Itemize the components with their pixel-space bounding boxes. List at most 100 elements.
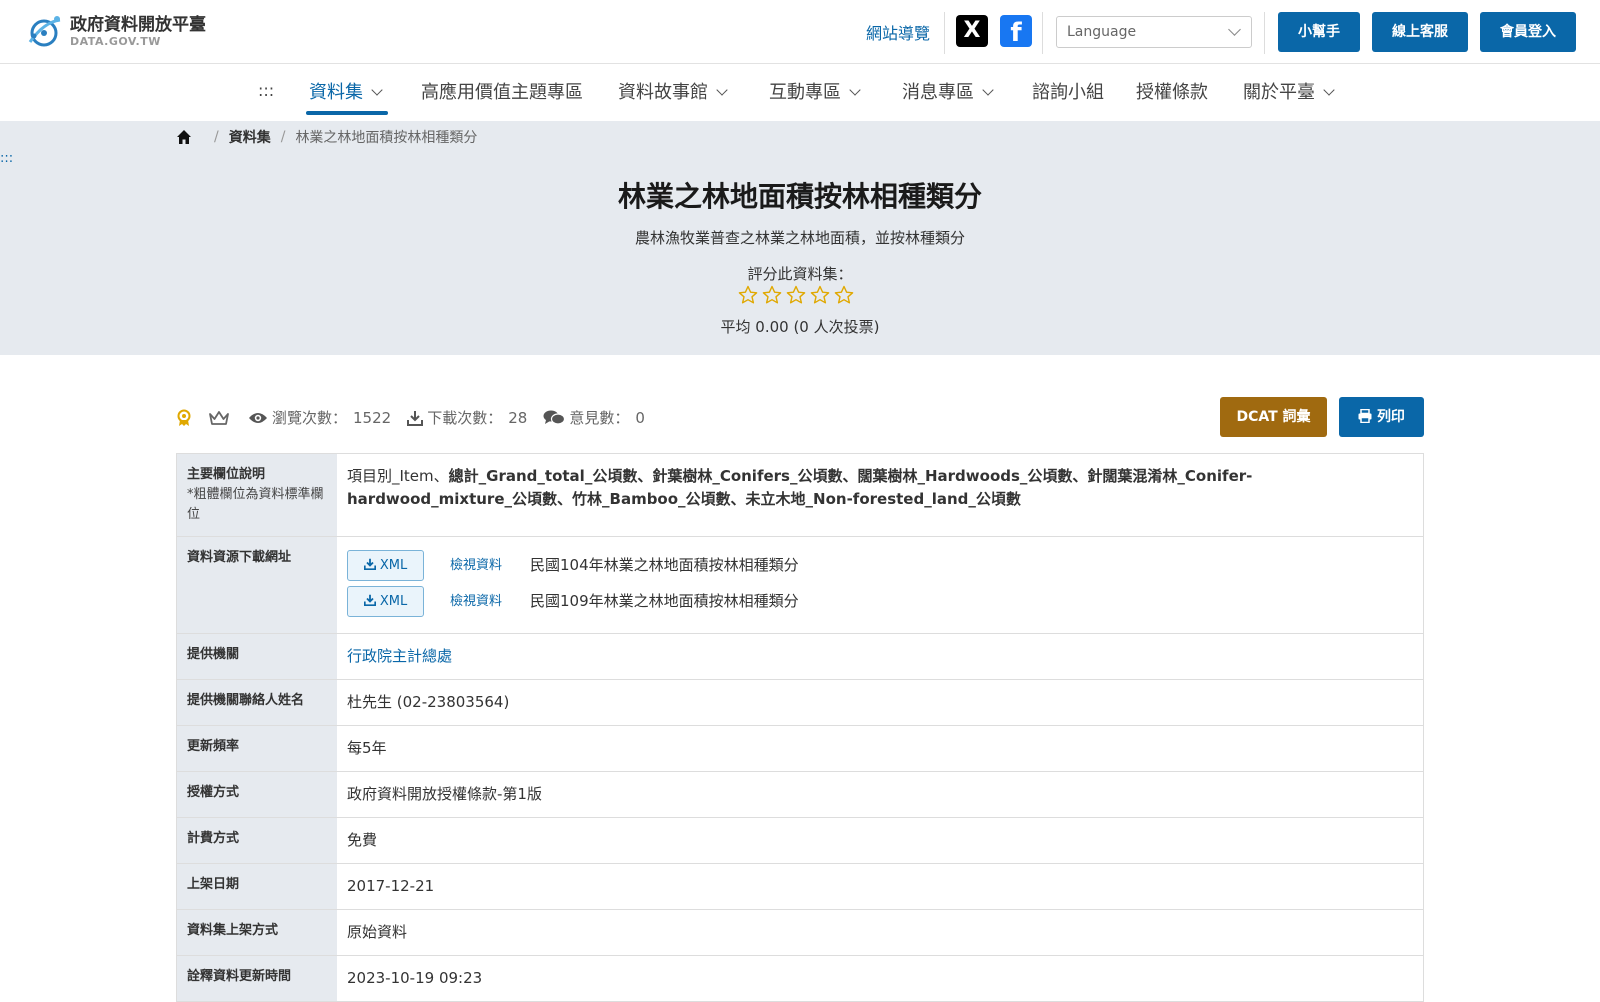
table-row: 計費方式 免費 [177,818,1423,864]
frequency-value: 每5年 [347,739,387,757]
nav-label: 消息專區 [902,82,974,103]
nav-label: 互動專區 [769,82,841,103]
member-login-button[interactable]: 會員登入 [1480,12,1576,52]
site-logo[interactable]: 政府資料開放平臺 DATA.GOV.TW [24,12,206,50]
breadcrumb-separator: / [214,129,219,145]
contact-value: 杜先生 (02-23803564) [347,693,510,711]
nav-item-about[interactable]: 關於平臺 [1243,79,1335,107]
resource-name: 民國104年林業之林地面積按林相種類分 [530,555,799,574]
chevron-down-icon [982,84,994,96]
content-accesskey[interactable]: ::: [0,151,13,166]
nav-item-interactive[interactable]: 互動專區 [769,79,861,107]
nav-active-indicator [306,111,388,115]
nav-label: 資料集 [309,82,363,103]
star-icon[interactable] [786,285,806,305]
license-value: 政府資料開放授權條款-第1版 [347,785,542,803]
row-label: 更新頻率 [177,726,337,771]
nav-label: 高應用價值主題專區 [421,82,583,103]
table-row: 提供機關 行政院主計總處 [177,634,1423,680]
chevron-down-icon [716,84,728,96]
xml-download-button[interactable]: XML [347,549,424,581]
home-icon[interactable] [176,129,192,145]
divider [944,12,945,54]
table-row: 主要欄位說明 *粗體欄位為資料標準欄位 項目別_Item、總計_Grand_to… [177,454,1423,537]
star-icon[interactable] [810,285,830,305]
nav-item-news[interactable]: 消息專區 [902,79,994,107]
print-button[interactable]: 列印 [1339,397,1424,437]
row-label: 資料集上架方式 [177,910,337,955]
resource-item: XML 檢視資料 民國109年林業之林地面積按林相種類分 [347,583,1413,619]
downloads-label: 下載次數： [427,409,503,427]
star-icon[interactable] [762,285,782,305]
star-icon[interactable] [834,285,854,305]
nav-item-license[interactable]: 授權條款 [1136,79,1208,107]
fields-plain: 項目別_Item、 [347,467,449,485]
language-select[interactable]: Language [1056,16,1252,48]
fee-value: 免費 [347,831,378,849]
nav-item-high-value[interactable]: 高應用價值主題專區 [421,79,583,107]
facebook-icon[interactable]: f [1000,15,1032,47]
comments-icon [543,410,566,425]
download-icon [407,410,424,426]
chevron-down-icon [1228,23,1241,36]
logo-title: 政府資料開放平臺 [70,14,206,35]
table-row: 上架日期 2017-12-21 [177,864,1423,910]
online-support-button[interactable]: 線上客服 [1372,12,1468,52]
table-row: 詮釋資料更新時間 2023-10-19 09:23 [177,956,1423,1002]
nav-label: 諮詢小組 [1032,82,1104,103]
print-label: 列印 [1376,409,1405,425]
language-placeholder: Language [1067,24,1137,40]
printer-icon [1358,408,1372,424]
fields-bold: 總計_Grand_total_公頃數、針葉樹林_Conifers_公頃數、闊葉樹… [347,467,1253,508]
table-row: 資料集上架方式 原始資料 [177,910,1423,956]
chevron-down-icon [1323,84,1335,96]
gold-badge-icon [177,409,191,426]
row-label: 計費方式 [177,818,337,863]
views-label: 瀏覽次數： [272,409,348,427]
rating-stars [738,285,858,305]
breadcrumb-datasets[interactable]: 資料集 [229,127,271,147]
view-data-link[interactable]: 檢視資料 [450,554,530,577]
row-label: 資料資源下載網址 [177,537,337,633]
divider [1264,12,1265,54]
helper-button[interactable]: 小幫手 [1278,12,1360,52]
nav-item-stories[interactable]: 資料故事館 [618,79,728,107]
star-icon[interactable] [738,285,758,305]
publish-method-value: 原始資料 [347,923,408,941]
dataset-title: 林業之林地面積按林相種類分 [617,180,982,213]
rating-label: 評分此資料集： [747,265,853,283]
table-row: 更新頻率 每5年 [177,726,1423,772]
nav-item-advisory[interactable]: 諮詢小組 [1032,79,1104,107]
dataset-stats: 瀏覽次數： 1522 下載次數： 28 意見數： 0 [176,407,645,428]
resource-item: XML 檢視資料 民國104年林業之林地面積按林相種類分 [347,547,1413,583]
dcat-vocabulary-button[interactable]: DCAT 詞彙 [1220,397,1327,437]
dataset-hero: / 資料集 / 林業之林地面積按林相種類分 ::: 林業之林地面積按林相種類分 … [0,121,1600,355]
xml-download-button[interactable]: XML [347,585,424,617]
download-resources: XML 檢視資料 民國104年林業之林地面積按林相種類分 XML 檢視資料 民國… [337,537,1423,633]
view-data-link[interactable]: 檢視資料 [450,590,530,613]
nav-label: 關於平臺 [1243,82,1315,103]
divider [1042,12,1043,54]
row-label: 提供機關聯絡人姓名 [177,680,337,725]
row-label: 詮釋資料更新時間 [177,956,337,1001]
table-row: 資料資源下載網址 XML 檢視資料 民國104年林業之林地面積按林相種類分 XM… [177,537,1423,634]
nav-item-datasets[interactable]: 資料集 [309,79,383,107]
sitemap-link[interactable]: 網站導覽 [866,20,930,44]
row-label: 授權方式 [177,772,337,817]
dataset-description: 農林漁牧業普查之林業之林地面積，並按林種類分 [634,229,965,247]
row-label: 提供機關 [177,634,337,679]
chevron-down-icon [849,84,861,96]
rating-average: 平均 0.00 (0 人次投票) [720,318,880,336]
format-label: XML [379,557,408,573]
metadata-updated-value: 2023-10-19 09:23 [347,969,483,987]
x-twitter-icon[interactable]: X [956,15,988,47]
nav-accesskey[interactable]: ::: [258,81,274,100]
provider-link[interactable]: 行政院主計總處 [347,647,452,665]
logo-subtitle: DATA.GOV.TW [70,34,161,48]
nav-label: 資料故事館 [618,82,708,103]
comments-label: 意見數： [569,409,630,427]
nav-label: 授權條款 [1136,82,1208,103]
logo-icon [28,16,61,47]
top-header: 政府資料開放平臺 DATA.GOV.TW 網站導覽 X f Language 小… [0,0,1600,64]
breadcrumb-separator: / [280,129,286,145]
